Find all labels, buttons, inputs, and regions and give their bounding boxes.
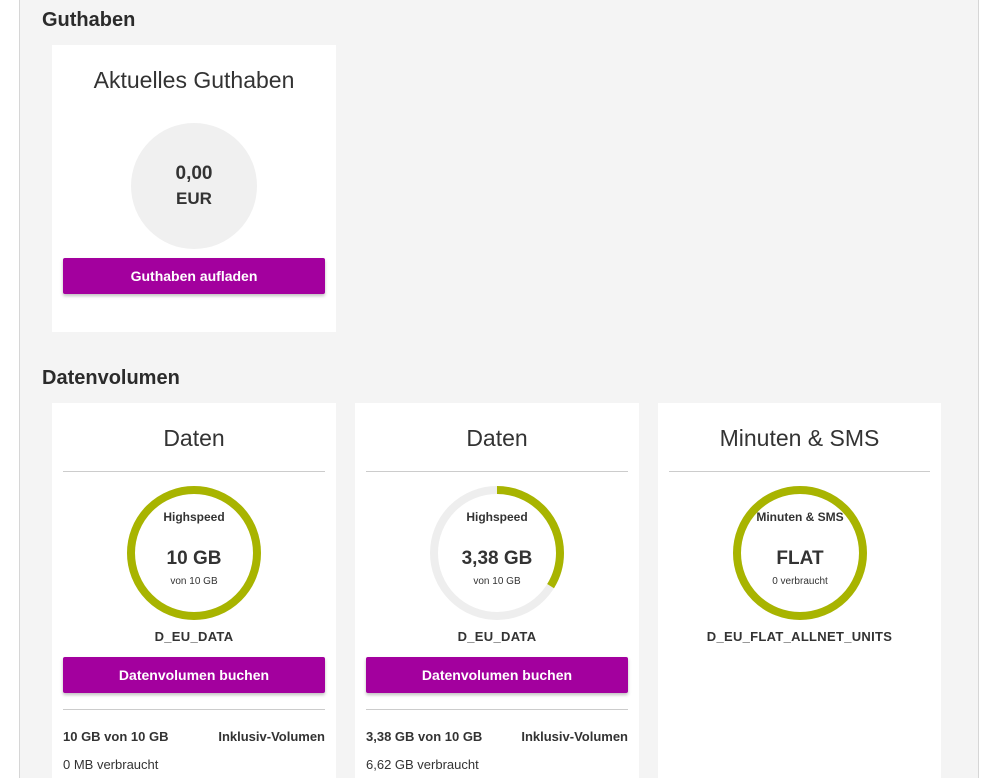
ring-sub: 0 verbraucht bbox=[772, 576, 828, 587]
ring-sub: von 10 GB bbox=[473, 576, 521, 587]
book-data-button[interactable]: Datenvolumen buchen bbox=[63, 657, 325, 693]
ring-value: 10 GB bbox=[166, 548, 222, 569]
ring-sub: von 10 GB bbox=[170, 576, 218, 587]
plan-name: D_EU_DATA bbox=[154, 629, 234, 644]
balance-currency: EUR bbox=[176, 189, 212, 208]
card-title: Daten bbox=[466, 425, 528, 451]
balance-card-title: Aktuelles Guthaben bbox=[93, 67, 295, 93]
ring-text: Highspeed 3,38 GB von 10 GB bbox=[427, 483, 567, 623]
balance-circle: 0,00 EUR bbox=[131, 123, 257, 249]
balance-card: Aktuelles Guthaben 0,00 EUR Guthaben auf… bbox=[52, 45, 336, 332]
ring-label: Highspeed bbox=[466, 510, 528, 524]
card-title: Minuten & SMS bbox=[719, 425, 880, 451]
card-divider bbox=[669, 471, 930, 472]
card-divider bbox=[63, 471, 325, 472]
detail-divider bbox=[63, 709, 325, 710]
detail-amount: 3,38 GB von 10 GB bbox=[366, 729, 483, 744]
detail-type: Inklusiv-Volumen bbox=[521, 729, 628, 744]
book-data-button[interactable]: Datenvolumen buchen bbox=[366, 657, 628, 693]
detail-amount: 10 GB von 10 GB bbox=[63, 729, 169, 744]
detail-type: Inklusiv-Volumen bbox=[218, 729, 325, 744]
ring-label: Minuten & SMS bbox=[756, 510, 844, 524]
plan-name: D_EU_DATA bbox=[457, 629, 537, 644]
guthaben-section-title: Guthaben bbox=[42, 9, 136, 31]
ring-label: Highspeed bbox=[163, 510, 225, 524]
detail-used: 0 MB verbraucht bbox=[63, 757, 159, 772]
datenvolumen-section-title: Datenvolumen bbox=[42, 367, 180, 389]
card-divider bbox=[366, 471, 628, 472]
detail-divider bbox=[366, 709, 628, 710]
topup-button[interactable]: Guthaben aufladen bbox=[63, 258, 325, 294]
ring-text: Highspeed 10 GB von 10 GB bbox=[124, 483, 264, 623]
balance-amount: 0,00 bbox=[175, 163, 213, 184]
ring-text: Minuten & SMS FLAT 0 verbraucht bbox=[730, 483, 870, 623]
data-card-1: Daten Highspeed 10 GB von 10 GB D_EU_DAT… bbox=[52, 403, 336, 778]
data-card-2: Daten Highspeed 3,38 GB von 10 GB D_EU_D… bbox=[355, 403, 639, 778]
plan-name: D_EU_FLAT_ALLNET_UNITS bbox=[706, 629, 893, 644]
ring-value: 3,38 GB bbox=[461, 548, 533, 569]
minutes-sms-card: Minuten & SMS Minuten & SMS FLAT 0 verbr… bbox=[658, 403, 941, 778]
card-title: Daten bbox=[163, 425, 225, 451]
ring-value: FLAT bbox=[776, 548, 824, 569]
detail-used: 6,62 GB verbraucht bbox=[366, 757, 479, 772]
